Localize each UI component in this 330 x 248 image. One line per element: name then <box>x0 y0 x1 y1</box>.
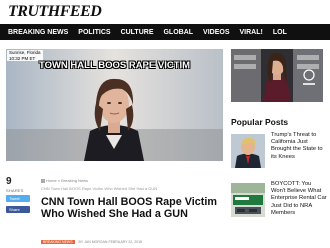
popular-post-2-thumbnail[interactable] <box>231 183 265 217</box>
tweet-button[interactable]: Tweet <box>6 195 30 202</box>
popular-post-2-title[interactable]: BOYCOTT: You Won't Believe What Enterpri… <box>271 181 327 217</box>
popular-post-1-thumbnail[interactable] <box>231 134 265 168</box>
article-byline: BY JAN MORGAN <box>78 240 108 244</box>
share-count: 9 <box>6 176 12 187</box>
nav-item-lol[interactable]: LOL <box>273 29 287 36</box>
popular-posts-heading: Popular Posts <box>231 117 289 127</box>
breadcrumb-section[interactable]: Breaking News <box>61 178 88 183</box>
popular-post-1-title[interactable]: Trump's Threat to California Just Brough… <box>271 132 327 161</box>
article-meta: BREAKING NEWS BY JAN MORGAN FEBRUARY 22,… <box>41 240 142 244</box>
category-badge[interactable]: BREAKING NEWS <box>41 240 75 244</box>
breadcrumb-home[interactable]: Home <box>46 178 57 183</box>
popular-post-2-image <box>231 183 265 217</box>
facebook-share-button[interactable]: Share <box>6 206 30 213</box>
article-subline: CNN Town Hall BOOS Rape Victim Who Wishe… <box>41 186 158 191</box>
nav-item-videos[interactable]: VIDEOS <box>203 29 229 36</box>
nav-item-culture[interactable]: CULTURE <box>121 29 154 36</box>
nav-item-breaking-news[interactable]: BREAKING NEWS <box>8 29 68 36</box>
sidebar-ad[interactable] <box>231 49 323 102</box>
main-nav: BREAKING NEWS POLITICS CULTURE GLOBAL VI… <box>0 24 330 40</box>
home-icon <box>41 178 45 183</box>
ad-image <box>231 49 323 102</box>
breadcrumb: Home » Breaking News <box>41 178 88 183</box>
hero-image[interactable]: Sunrise, Florida 10:32 PM ET TOWN HALL B… <box>6 49 223 161</box>
nav-item-viral[interactable]: VIRAL! <box>240 29 263 36</box>
article-headline: CNN Town Hall BOOS Rape Victim Who Wishe… <box>41 196 217 220</box>
nav-item-global[interactable]: GLOBAL <box>163 29 193 36</box>
share-count-label: SHARES <box>6 188 24 193</box>
logo-bar: TRUTHFEED <box>0 0 330 24</box>
site-logo[interactable]: TRUTHFEED <box>8 3 102 21</box>
nav-item-politics[interactable]: POLITICS <box>78 29 110 36</box>
article-date: FEBRUARY 22, 2018 <box>108 240 142 244</box>
hero-caption: TOWN HALL BOOS RAPE VICTIM <box>38 60 191 71</box>
popular-post-1-image <box>231 134 265 168</box>
breadcrumb-separator: » <box>57 178 61 183</box>
